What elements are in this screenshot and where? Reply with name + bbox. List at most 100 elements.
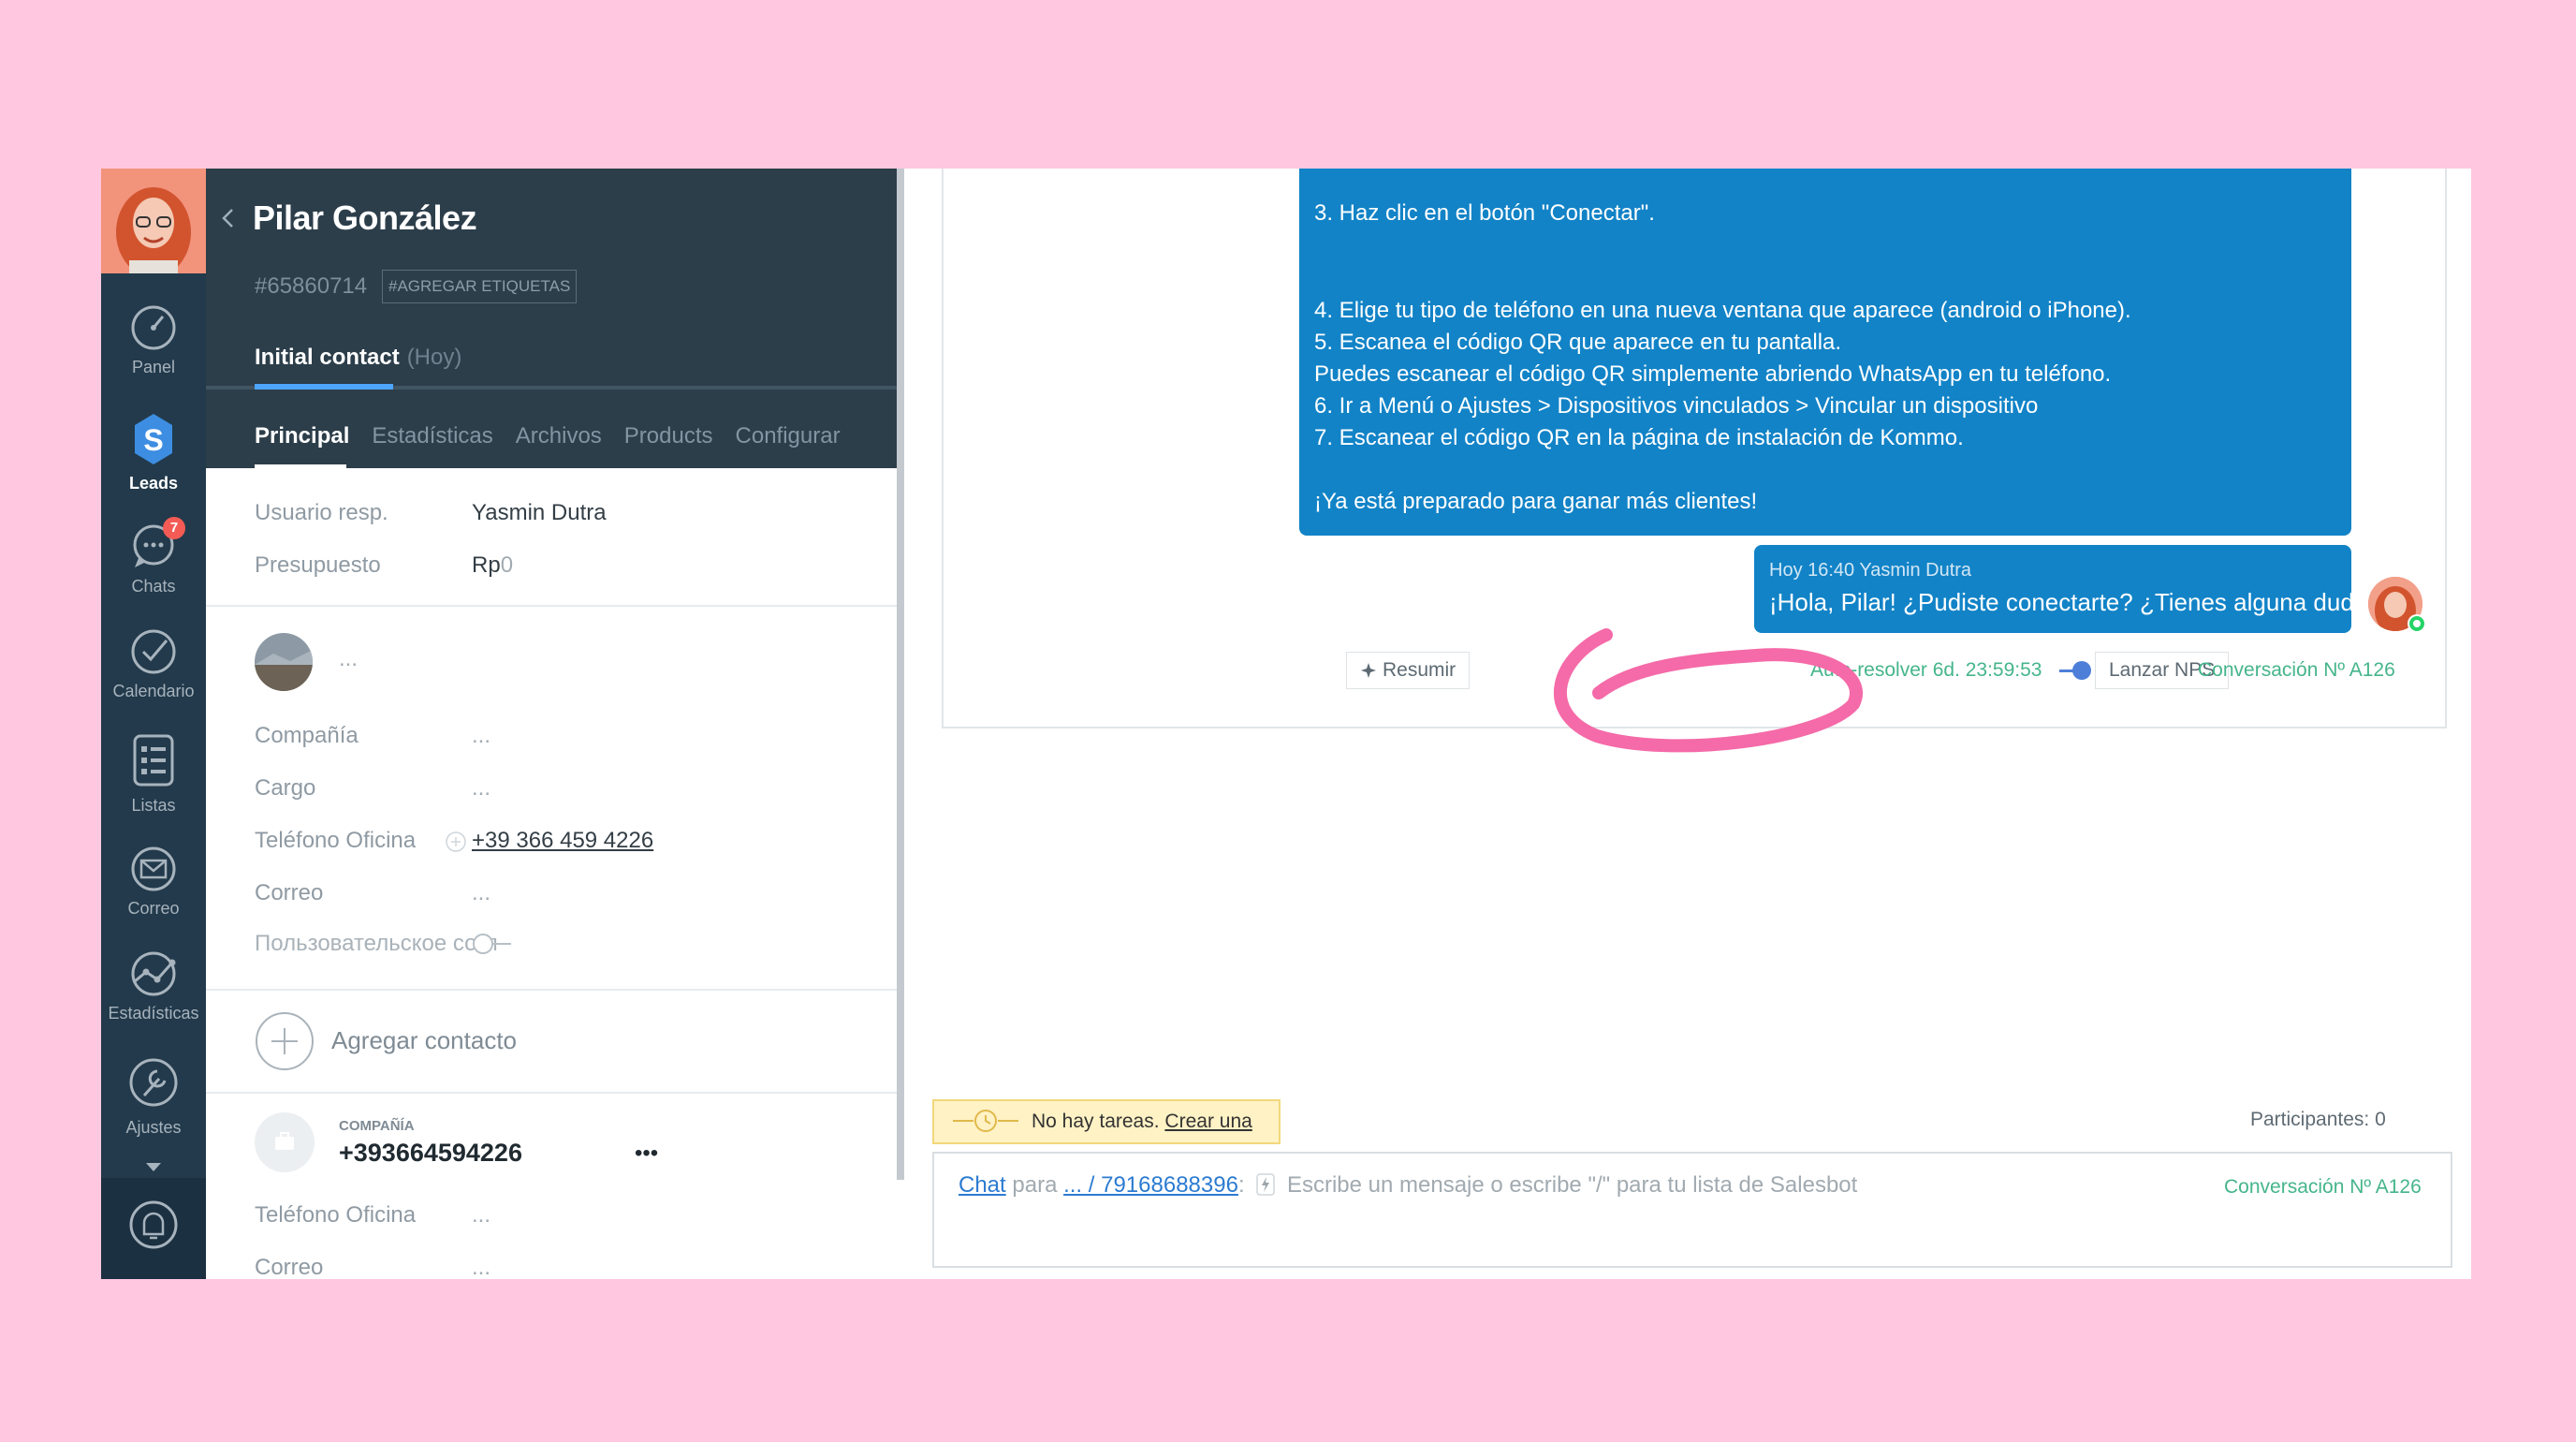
- gauge-icon: [131, 305, 176, 350]
- budget-amount: 0: [500, 552, 514, 578]
- autoresolve-switch-knob[interactable]: [2072, 661, 2091, 680]
- leads-logo-icon: S: [135, 414, 172, 464]
- stats-icon: [131, 951, 176, 996]
- nav-lists-label: Listas: [131, 796, 176, 815]
- tab-principal[interactable]: Principal: [255, 423, 349, 449]
- nav-lists[interactable]: Listas: [101, 732, 206, 816]
- nav-calendar-label: Calendario: [112, 682, 195, 700]
- contact-name-placeholder[interactable]: ...: [339, 646, 358, 672]
- tasks-empty-text: No hay tareas.: [1032, 1111, 1160, 1132]
- nav-panel-label: Panel: [131, 358, 176, 376]
- field-position-label: Cargo: [255, 775, 316, 801]
- lead-header: Pilar González #65860714 #AGREGAR ETIQUE…: [206, 169, 900, 468]
- tab-configurar[interactable]: Configurar: [736, 423, 841, 449]
- bot-message-bubble: 3. Haz clic en el botón "Conectar". 4. E…: [1299, 169, 2351, 536]
- nav-calendar[interactable]: Calendario: [101, 627, 206, 701]
- field-responsible-label: Usuario resp.: [255, 500, 388, 525]
- status-time: (Hoy): [406, 345, 462, 370]
- sparkle-icon: [1361, 663, 1376, 678]
- envelope-icon: [131, 846, 176, 891]
- list-icon: [133, 734, 174, 787]
- lead-tabs: Principal Estadísticas Archivos Products Con…: [255, 423, 863, 449]
- company-email-value[interactable]: ...: [472, 1255, 490, 1279]
- company-phone-label: Teléfono Oficina: [255, 1202, 417, 1228]
- add-tags-button[interactable]: #AGREGAR ETIQUETAS: [382, 270, 578, 303]
- nav-panel[interactable]: Panel: [101, 303, 206, 377]
- company-phone-value[interactable]: ...: [472, 1202, 490, 1229]
- company-icon: [255, 1112, 315, 1172]
- wrench-icon: [129, 1058, 178, 1107]
- svg-text:S: S: [143, 423, 163, 457]
- conversation-number[interactable]: Conversación Nº A126: [2198, 652, 2395, 689]
- summarize-label: Resumir: [1383, 659, 1456, 681]
- company-name[interactable]: +393664594226: [339, 1139, 522, 1168]
- nav-chats[interactable]: 7 Chats: [101, 517, 206, 596]
- field-phone-value[interactable]: +39 366 459 4226: [472, 828, 653, 854]
- active-tab-indicator: [255, 464, 346, 468]
- nav-chats-label: Chats: [131, 577, 176, 596]
- highlight-circle-annotation: [1553, 628, 1863, 753]
- add-phone-icon[interactable]: [446, 831, 466, 852]
- composer-line: Chat para ... / 79168688396: Escribe un …: [959, 1172, 1857, 1199]
- tasks-banner: No hay tareas. Crear una: [932, 1099, 1281, 1144]
- lead-id: #65860714: [255, 273, 368, 299]
- nav-mail-label: Correo: [127, 899, 180, 918]
- bot-message-line: 7. Escanear el código QR en la página de…: [1314, 425, 1964, 450]
- field-budget-value[interactable]: Rp0: [472, 552, 513, 579]
- bot-message-line: 3. Haz clic en el botón "Conectar".: [1314, 200, 1655, 226]
- lead-scrollbar[interactable]: [897, 169, 904, 1180]
- nav-leads[interactable]: S Leads: [101, 410, 206, 493]
- nav-stats[interactable]: Estadísticas: [101, 949, 206, 1023]
- company-more-button[interactable]: •••: [635, 1140, 658, 1167]
- clock-icon: [953, 1110, 1018, 1132]
- add-contact-button[interactable]: Agregar contacto: [255, 1011, 629, 1071]
- app-window: Panel S Leads 7 Chats Calendario Listas …: [101, 169, 2471, 1279]
- budget-currency: Rp: [472, 552, 501, 578]
- field-email-value[interactable]: ...: [472, 880, 490, 906]
- pipeline-status[interactable]: Initial contact (Hoy): [255, 345, 461, 371]
- composer-conversation-number[interactable]: Conversación Nº A126: [2224, 1176, 2422, 1199]
- field-phone-label: Teléfono Oficina: [255, 828, 417, 853]
- notifications-zone[interactable]: [101, 1178, 206, 1279]
- chevron-left-icon[interactable]: [221, 208, 234, 228]
- lead-title[interactable]: Pilar González: [253, 199, 477, 238]
- field-budget-label: Presupuesto: [255, 552, 381, 578]
- create-task-link[interactable]: Crear una: [1164, 1111, 1251, 1132]
- tab-products[interactable]: Products: [624, 423, 713, 449]
- composer-placeholder[interactable]: Escribe un mensaje o escribe "/" para tu…: [1287, 1172, 1857, 1198]
- bot-message-line: Puedes escanear el código QR simplemente…: [1314, 361, 2112, 387]
- whatsapp-icon: [2408, 614, 2426, 633]
- nav-mail[interactable]: Correo: [101, 845, 206, 919]
- divider: [206, 989, 900, 991]
- field-company-value[interactable]: ...: [472, 723, 490, 749]
- nav-settings[interactable]: Ajustes: [101, 1054, 206, 1138]
- company-email-label: Correo: [255, 1255, 324, 1279]
- check-circle-icon: [131, 629, 176, 674]
- participants-count[interactable]: Participantes: 0: [2250, 1109, 2386, 1131]
- message-composer[interactable]: Chat para ... / 79168688396: Escribe un …: [932, 1152, 2452, 1268]
- tab-archivos[interactable]: Archivos: [516, 423, 602, 449]
- tab-estadisticas[interactable]: Estadísticas: [372, 423, 492, 449]
- custom-toggle[interactable]: [472, 933, 513, 955]
- field-responsible-value[interactable]: Yasmin Dutra: [472, 500, 607, 526]
- channel-select[interactable]: Chat: [959, 1172, 1006, 1198]
- lead-panel: Pilar González #65860714 #AGREGAR ETIQUE…: [206, 169, 900, 1279]
- bot-message-line: ¡Ya está preparado para ganar más client…: [1314, 489, 1758, 514]
- field-position-value[interactable]: ...: [472, 775, 490, 802]
- nav-settings-label: Ajustes: [125, 1118, 182, 1137]
- divider: [206, 605, 900, 607]
- add-contact-label: Agregar contacto: [331, 1026, 518, 1054]
- tasks-text-wrap: No hay tareas. Crear una: [1032, 1111, 1252, 1133]
- user-avatar[interactable]: [101, 169, 206, 277]
- nav-more-icon[interactable]: [146, 1163, 161, 1172]
- bell-icon: [129, 1200, 178, 1249]
- recipient-select[interactable]: ... / 79168688396: [1063, 1172, 1238, 1198]
- summarize-button[interactable]: Resumir: [1346, 652, 1471, 689]
- contact-avatar[interactable]: [255, 633, 313, 691]
- status-progress-fill: [255, 384, 393, 390]
- main-nav: Panel S Leads 7 Chats Calendario Listas …: [101, 169, 206, 1279]
- composer-colon: :: [1237, 1172, 1245, 1198]
- lightning-icon[interactable]: [1256, 1173, 1276, 1196]
- bot-message-line: 5. Escanea el código QR que aparece en t…: [1314, 330, 1842, 355]
- field-company-label: Compañía: [255, 723, 359, 748]
